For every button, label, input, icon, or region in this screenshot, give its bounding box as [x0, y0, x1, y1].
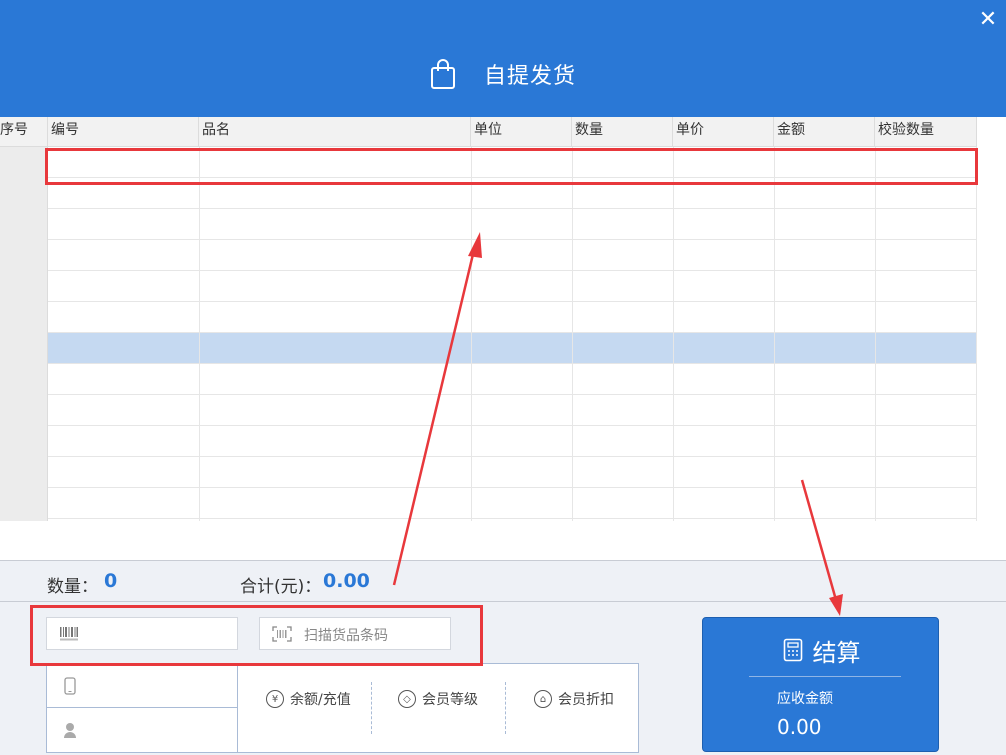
- quantity-label: 数量：: [47, 577, 98, 597]
- separator: [505, 682, 506, 734]
- col-unit-header[interactable]: 单位: [471, 117, 572, 147]
- col-verify-qty-header[interactable]: 校验数量: [875, 117, 977, 147]
- tag-icon: ⌂: [534, 690, 552, 708]
- table-row[interactable]: [48, 364, 977, 395]
- column-divider: [572, 147, 573, 521]
- column-divider: [976, 147, 977, 521]
- table-row[interactable]: [48, 302, 977, 333]
- sum-value: 0.00: [323, 570, 370, 592]
- checkout-title-group: 结算: [703, 632, 940, 668]
- member-discount-label: 会员折扣: [558, 692, 614, 708]
- col-name-header[interactable]: 品名: [199, 117, 471, 147]
- checkout-label: 结算: [812, 638, 861, 667]
- quantity-value: 0: [104, 570, 118, 592]
- table-row[interactable]: [48, 271, 977, 302]
- pickup-dialog: 自提发货 ✕ 序号 编号 品名 单位 数量 单价 金额 校验数量 数量： 0 合计(元)： 0…: [0, 0, 1006, 755]
- col-serial-header[interactable]: 序号: [0, 117, 48, 147]
- member-discount-button[interactable]: ⌂ 会员折扣: [534, 688, 614, 710]
- yen-icon: ¥: [266, 690, 284, 708]
- user-icon: [64, 723, 76, 738]
- divider: [749, 676, 901, 677]
- col-quantity-header[interactable]: 数量: [572, 117, 673, 147]
- table-row[interactable]: [48, 209, 977, 240]
- receivable-label: 应收金额: [777, 691, 833, 707]
- dialog-header: 自提发货 ✕: [0, 0, 1006, 117]
- col-code-header[interactable]: 编号: [48, 117, 199, 147]
- member-phone-field[interactable]: [47, 664, 238, 708]
- close-button[interactable]: ✕: [976, 8, 1000, 32]
- balance-recharge-label: 余额/充值: [290, 692, 351, 708]
- table-header-row: 序号 编号 品名 单位 数量 单价 金额 校验数量: [0, 117, 977, 147]
- sum-label: 合计(元)：: [240, 577, 322, 597]
- shopping-bag-icon: [430, 59, 455, 89]
- column-divider: [774, 147, 775, 521]
- totals-bar: 数量： 0 合计(元)： 0.00: [0, 560, 1006, 602]
- calculator-icon: [783, 638, 802, 662]
- annotation-box-first-row: [45, 148, 978, 185]
- table-row[interactable]: [48, 488, 977, 519]
- member-name-field[interactable]: [47, 708, 238, 752]
- dialog-title: 自提发货: [483, 64, 576, 89]
- table-row[interactable]: [48, 333, 977, 364]
- checkout-button[interactable]: 结算 应收金额 0.00: [702, 617, 939, 752]
- close-icon: ✕: [978, 7, 998, 32]
- col-amount-header[interactable]: 金额: [774, 117, 875, 147]
- column-divider: [875, 147, 876, 521]
- col-price-header[interactable]: 单价: [673, 117, 774, 147]
- member-level-label: 会员等级: [422, 692, 478, 708]
- column-divider: [199, 147, 200, 521]
- column-divider: [673, 147, 674, 521]
- table-row[interactable]: [48, 240, 977, 271]
- diamond-icon: ◇: [398, 690, 416, 708]
- row-number-column: [0, 147, 48, 521]
- phone-icon: [64, 677, 76, 695]
- table-row[interactable]: [48, 426, 977, 457]
- receivable-value: 0.00: [777, 715, 822, 739]
- column-divider: [471, 147, 472, 521]
- separator: [371, 682, 372, 734]
- member-panel: ¥ 余额/充值 ◇ 会员等级 ⌂ 会员折扣: [46, 663, 639, 753]
- header-title-group: 自提发货: [0, 56, 1006, 92]
- table-row[interactable]: [48, 395, 977, 426]
- annotation-box-barcode-inputs: [30, 605, 483, 666]
- member-level-button[interactable]: ◇ 会员等级: [398, 688, 478, 710]
- balance-recharge-button[interactable]: ¥ 余额/充值: [266, 688, 351, 710]
- table-row[interactable]: [48, 457, 977, 488]
